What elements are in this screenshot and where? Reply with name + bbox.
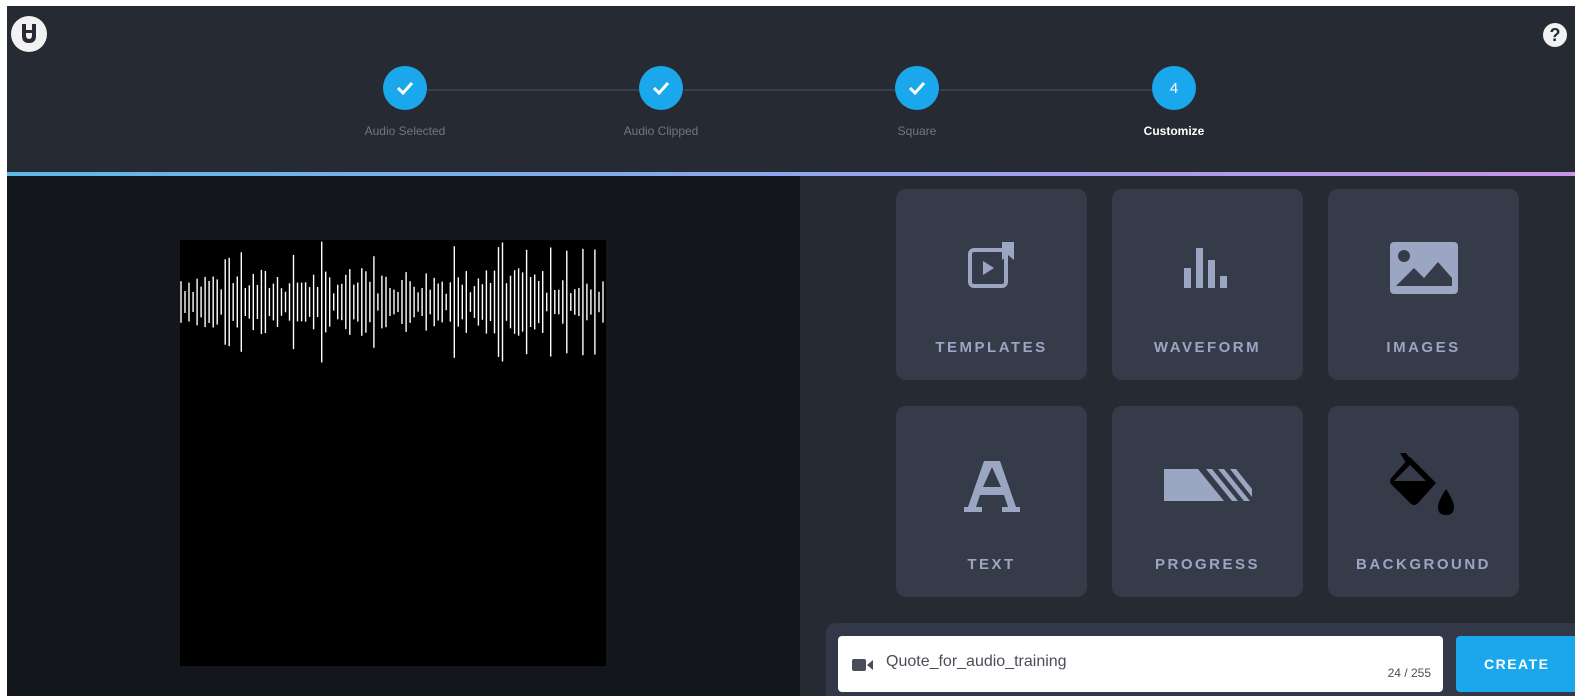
step-connector [684, 89, 899, 91]
background-label: BACKGROUND [1356, 556, 1491, 573]
customize-panel: TEMPLATES WAVEFORM IMAGES TEXT PROGRESS … [800, 176, 1575, 696]
waveform-icon [1112, 233, 1303, 303]
preview-area [7, 176, 800, 696]
text-icon [896, 450, 1087, 520]
step-2-label: Audio Clipped [623, 124, 699, 138]
background-tile[interactable]: BACKGROUND [1328, 406, 1519, 597]
step-4-label: Customize [1143, 124, 1205, 138]
help-icon[interactable]: ? [1543, 23, 1567, 47]
step-3-check-icon [895, 66, 939, 110]
waveform-tile[interactable]: WAVEFORM [1112, 189, 1303, 380]
images-tile[interactable]: IMAGES [1328, 189, 1519, 380]
step-connector [427, 89, 643, 91]
step-1-label: Audio Selected [364, 124, 446, 138]
text-tile[interactable]: TEXT [896, 406, 1087, 597]
text-label: TEXT [967, 556, 1016, 573]
project-name-input[interactable] [884, 646, 1368, 678]
templates-label: TEMPLATES [935, 339, 1048, 356]
step-connector [940, 89, 1156, 91]
images-label: IMAGES [1386, 339, 1461, 356]
image-icon [1328, 233, 1519, 303]
waveform-preview [180, 241, 604, 363]
paint-bucket-icon [1328, 450, 1519, 520]
step-4-number: 4 [1152, 66, 1196, 110]
app-window: ? Audio Selected Audio Clipped Square 4 … [7, 6, 1575, 696]
create-button[interactable]: CREATE [1456, 636, 1575, 692]
logo-icon[interactable] [11, 16, 47, 52]
template-icon [896, 233, 1087, 303]
step-2-check-icon [639, 66, 683, 110]
step-1-check-icon [383, 66, 427, 110]
progress-tile[interactable]: PROGRESS [1112, 406, 1303, 597]
progress-label: PROGRESS [1154, 556, 1261, 573]
video-canvas[interactable] [180, 240, 606, 666]
progress-icon [1112, 450, 1303, 520]
video-camera-icon [852, 658, 874, 677]
export-bar: 24 / 255 CREATE [826, 623, 1575, 696]
waveform-label: WAVEFORM [1153, 339, 1262, 356]
header: ? Audio Selected Audio Clipped Square 4 … [7, 6, 1575, 172]
project-name-field[interactable]: 24 / 255 [838, 636, 1443, 692]
step-3-label: Square [897, 124, 937, 138]
character-counter: 24 / 255 [1387, 666, 1431, 680]
templates-tile[interactable]: TEMPLATES [896, 189, 1087, 380]
